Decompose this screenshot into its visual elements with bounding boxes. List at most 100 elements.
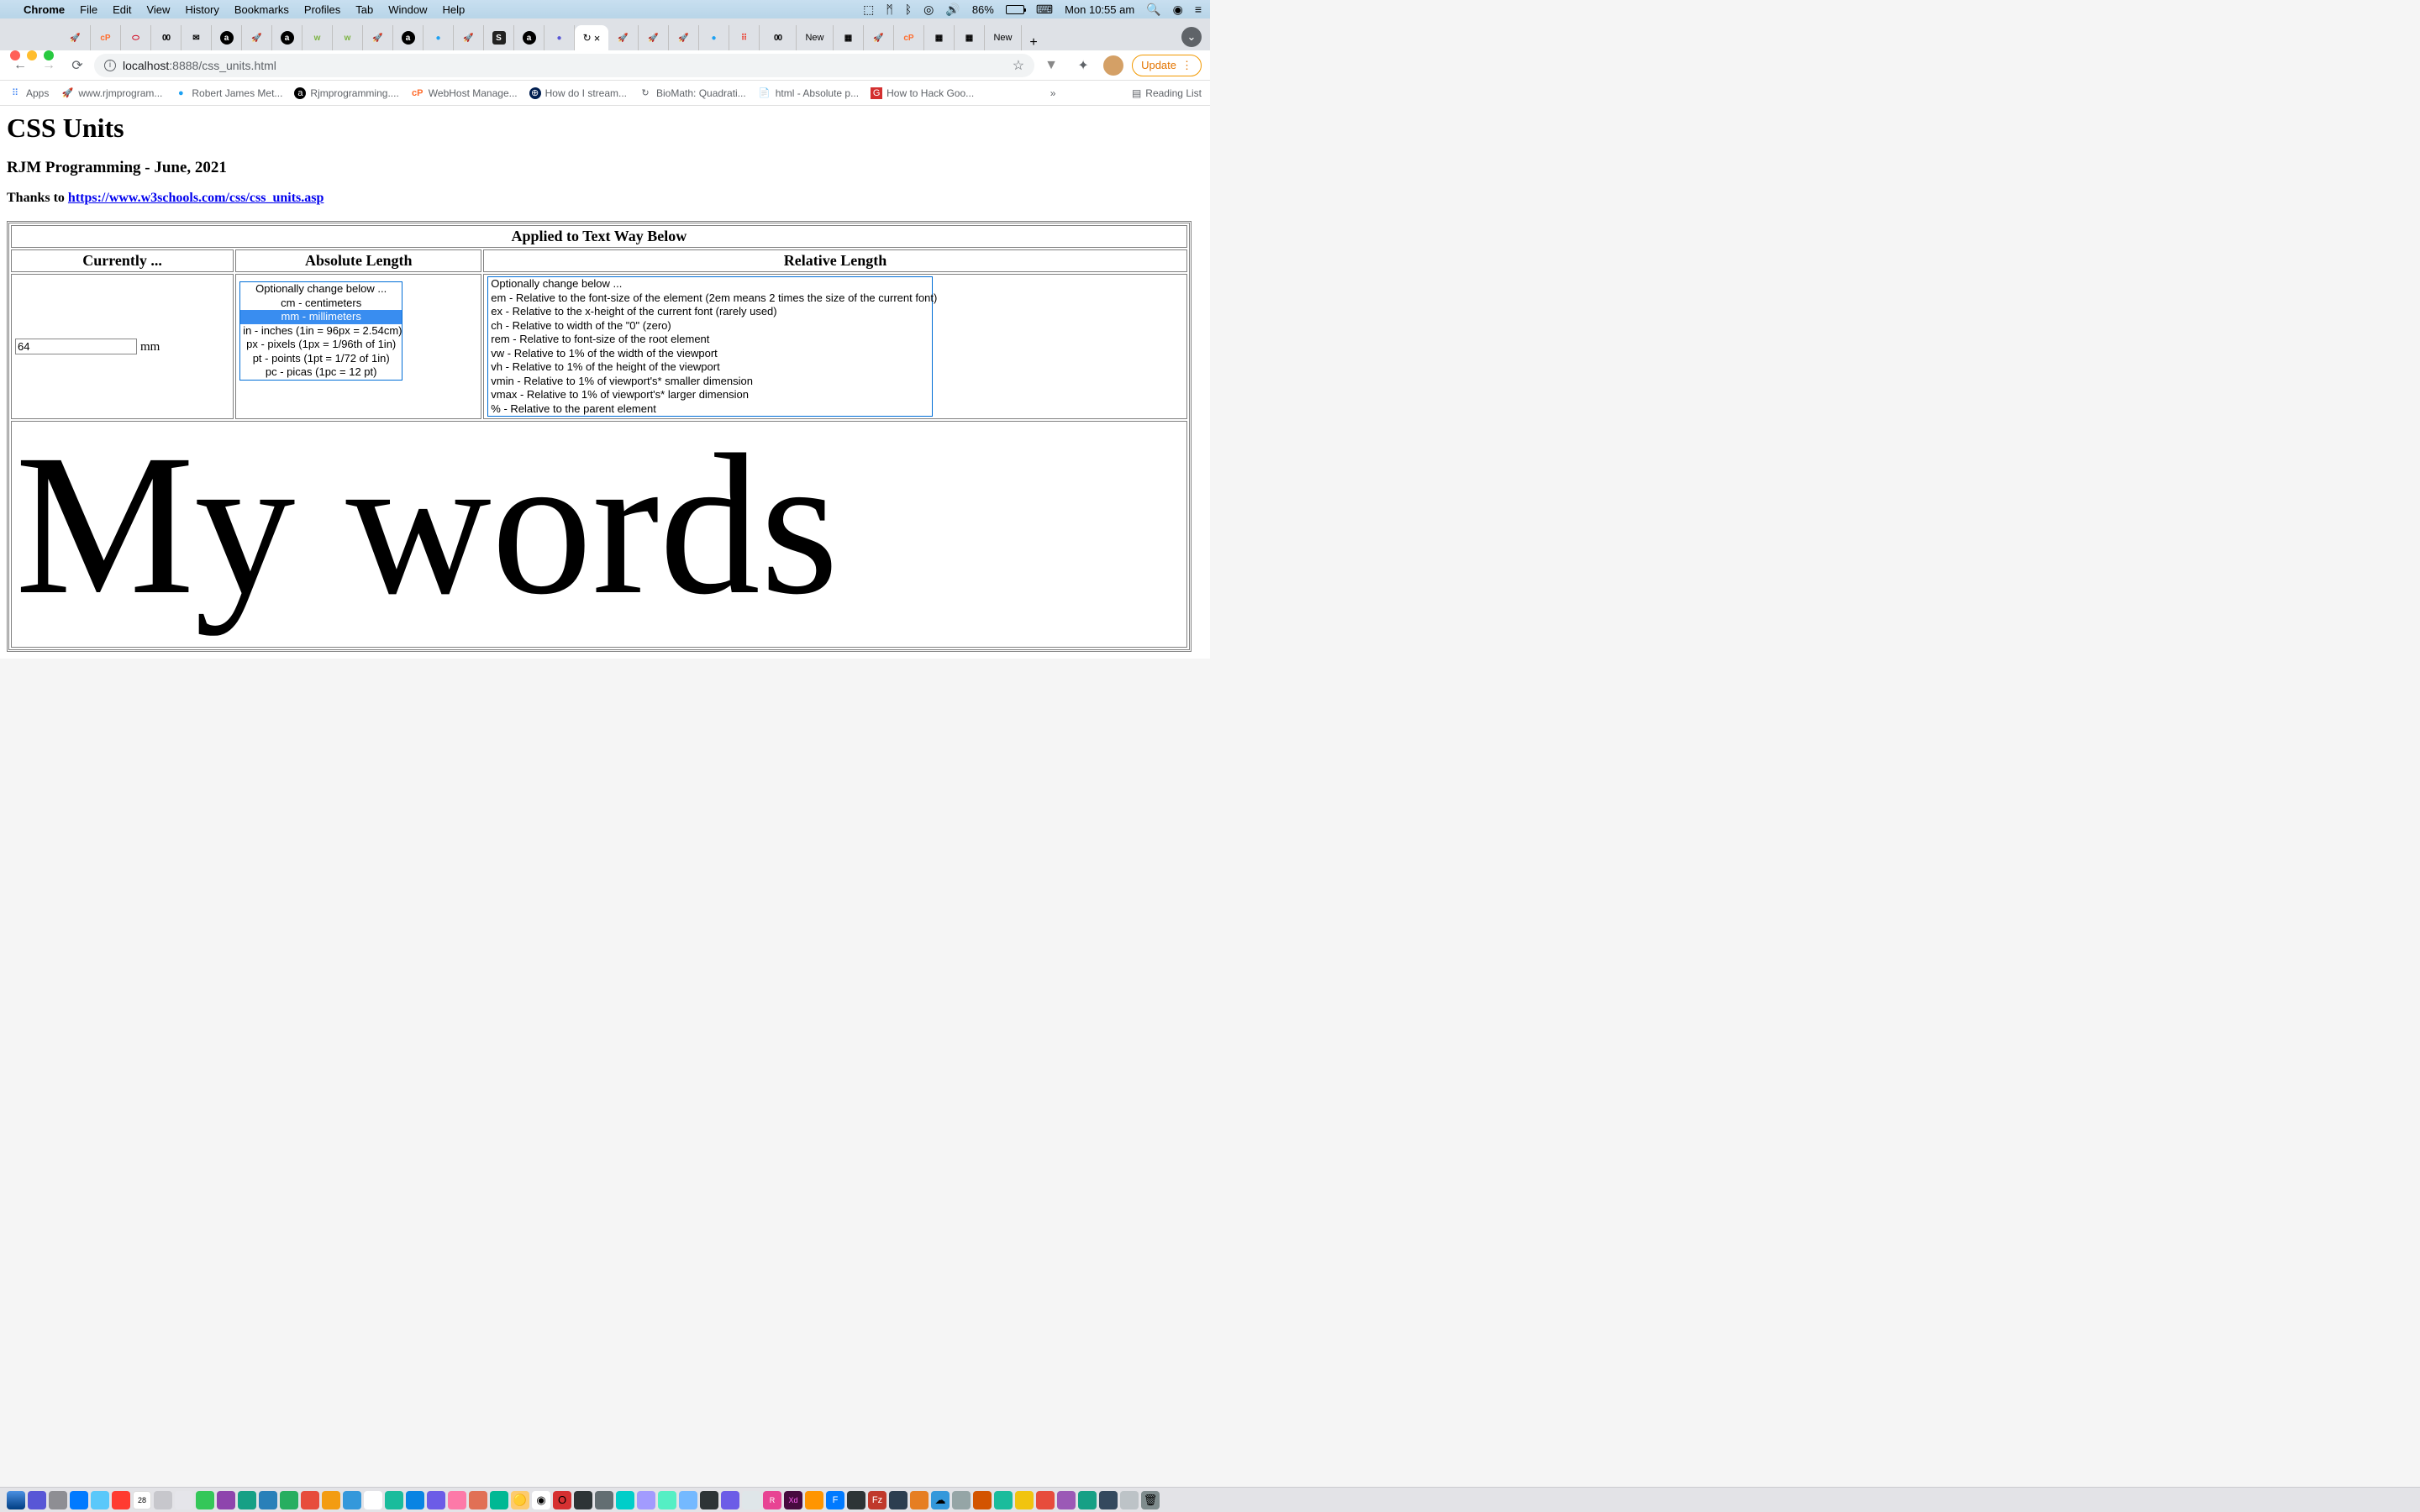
relative-option[interactable]: em - Relative to the font-size of the el…: [488, 291, 932, 306]
tab-16[interactable]: a: [514, 25, 544, 50]
tab-7[interactable]: 🚀: [242, 25, 272, 50]
dock-app-icon[interactable]: [637, 1491, 655, 1509]
dock-app-icon[interactable]: [595, 1491, 613, 1509]
bookmarks-overflow[interactable]: »: [1050, 87, 1056, 99]
dock-app-icon[interactable]: [280, 1491, 298, 1509]
tab-17[interactable]: ●: [544, 25, 575, 50]
dock-app-icon[interactable]: [259, 1491, 277, 1509]
tab-8[interactable]: a: [272, 25, 302, 50]
tab-13[interactable]: ●: [424, 25, 454, 50]
dock-app-icon[interactable]: [1036, 1491, 1055, 1509]
menu-file[interactable]: File: [80, 3, 97, 16]
tab-18[interactable]: 🚀: [608, 25, 639, 50]
reload-button[interactable]: ⟳: [66, 54, 89, 77]
current-value-input[interactable]: [15, 339, 137, 354]
relative-option[interactable]: Optionally change below ...: [488, 277, 932, 291]
tab-2[interactable]: cP: [91, 25, 121, 50]
tab-3[interactable]: ⬭: [121, 25, 151, 50]
dock-app-icon[interactable]: [112, 1491, 130, 1509]
finder-icon[interactable]: [7, 1491, 25, 1509]
bookmark-item[interactable]: 📄html - Absolute p...: [758, 87, 859, 100]
menu-view[interactable]: View: [146, 3, 170, 16]
dock-app-icon[interactable]: O: [553, 1491, 571, 1509]
dock-app-icon[interactable]: [343, 1491, 361, 1509]
tab-9[interactable]: w: [302, 25, 333, 50]
absolute-option[interactable]: in - inches (1in = 96px = 2.54cm): [240, 324, 402, 339]
dock-app-icon[interactable]: [196, 1491, 214, 1509]
tab-close-button[interactable]: ×: [594, 32, 601, 45]
absolute-option[interactable]: mm - millimeters: [240, 310, 402, 324]
tab-6[interactable]: a: [212, 25, 242, 50]
tab-28[interactable]: ▦: [924, 25, 955, 50]
dock-app-icon[interactable]: [1078, 1491, 1097, 1509]
tab-12[interactable]: a: [393, 25, 424, 50]
dock-app-icon[interactable]: [1099, 1491, 1118, 1509]
window-maximize-button[interactable]: [44, 50, 54, 60]
dock-app-icon[interactable]: [994, 1491, 1013, 1509]
adobe-xd-icon[interactable]: Xd: [784, 1491, 802, 1509]
tab-29[interactable]: ▦: [955, 25, 985, 50]
menu-window[interactable]: Window: [388, 3, 427, 16]
relative-option[interactable]: vh - Relative to 1% of the height of the…: [488, 360, 932, 375]
dock-app-icon[interactable]: [28, 1491, 46, 1509]
dock-app-icon[interactable]: [952, 1491, 971, 1509]
dock-app-icon[interactable]: [301, 1491, 319, 1509]
bluetooth-icon[interactable]: ᛒ: [905, 3, 912, 16]
dock-app-icon[interactable]: [805, 1491, 823, 1509]
tab-21[interactable]: ●: [699, 25, 729, 50]
new-tab-button[interactable]: +: [1022, 35, 1045, 50]
menu-edit[interactable]: Edit: [113, 3, 131, 16]
filezilla-icon[interactable]: Fz: [868, 1491, 886, 1509]
relative-option[interactable]: vmin - Relative to 1% of viewport's* sma…: [488, 375, 932, 389]
tab-14[interactable]: 🚀: [454, 25, 484, 50]
menu-tab[interactable]: Tab: [355, 3, 373, 16]
dock-app-icon[interactable]: [616, 1491, 634, 1509]
volume-icon[interactable]: 🔊: [945, 3, 960, 17]
input-menu-icon[interactable]: ⌨: [1036, 3, 1053, 17]
tab-19[interactable]: 🚀: [639, 25, 669, 50]
tab-22[interactable]: ⠿: [729, 25, 760, 50]
menubar-app-name[interactable]: Chrome: [24, 3, 65, 16]
tab-4[interactable]: 00: [151, 25, 182, 50]
notification-center-icon[interactable]: ≡: [1195, 3, 1202, 16]
update-button[interactable]: Update ⋮: [1132, 55, 1202, 76]
dock-app-icon[interactable]: [1120, 1491, 1139, 1509]
dock-app-icon[interactable]: [679, 1491, 697, 1509]
tray-icon-2[interactable]: ᛗ: [886, 3, 892, 16]
dock-app-icon[interactable]: 🟡: [511, 1491, 529, 1509]
dock-app-icon[interactable]: [217, 1491, 235, 1509]
dock-app-icon[interactable]: [1057, 1491, 1076, 1509]
apps-shortcut[interactable]: ⠿ Apps: [8, 87, 49, 100]
tab-23[interactable]: 00: [760, 25, 797, 50]
dock-app-icon[interactable]: [700, 1491, 718, 1509]
dock-app-icon[interactable]: [238, 1491, 256, 1509]
brave-shields-icon[interactable]: ▼: [1039, 54, 1063, 77]
dock-app-icon[interactable]: [490, 1491, 508, 1509]
dock-app-icon[interactable]: [364, 1491, 382, 1509]
menu-bookmarks[interactable]: Bookmarks: [234, 3, 289, 16]
dock-app-icon[interactable]: [448, 1491, 466, 1509]
window-minimize-button[interactable]: [27, 50, 37, 60]
tab-15[interactable]: S: [484, 25, 514, 50]
control-center-icon[interactable]: ◉: [1173, 3, 1183, 17]
thanks-link[interactable]: https://www.w3schools.com/css/css_units.…: [68, 191, 324, 205]
extensions-icon[interactable]: ✦: [1071, 54, 1095, 77]
star-bookmark-icon[interactable]: ☆: [1013, 57, 1024, 74]
dock-app-icon[interactable]: [469, 1491, 487, 1509]
dock-app-icon[interactable]: [385, 1491, 403, 1509]
dock-app-icon[interactable]: [406, 1491, 424, 1509]
bookmark-item[interactable]: GHow to Hack Goo...: [871, 87, 974, 99]
tab-overflow-button[interactable]: ⌄: [1181, 27, 1202, 47]
tab-10[interactable]: w: [333, 25, 363, 50]
relative-option[interactable]: vmax - Relative to 1% of viewport's* lar…: [488, 388, 932, 402]
dock-app-icon[interactable]: [847, 1491, 865, 1509]
spotlight-icon[interactable]: 🔍: [1146, 3, 1160, 17]
reading-list-button[interactable]: ▤ Reading List: [1132, 87, 1202, 99]
chrome-icon[interactable]: ◉: [532, 1491, 550, 1509]
menubar-clock[interactable]: Mon 10:55 am: [1065, 3, 1134, 16]
absolute-option[interactable]: px - pixels (1px = 1/96th of 1in): [240, 338, 402, 352]
tab-27[interactable]: cP: [894, 25, 924, 50]
tab-24[interactable]: New: [797, 25, 834, 50]
dock-app-icon[interactable]: [154, 1491, 172, 1509]
airdrop-icon[interactable]: ◎: [923, 3, 934, 17]
